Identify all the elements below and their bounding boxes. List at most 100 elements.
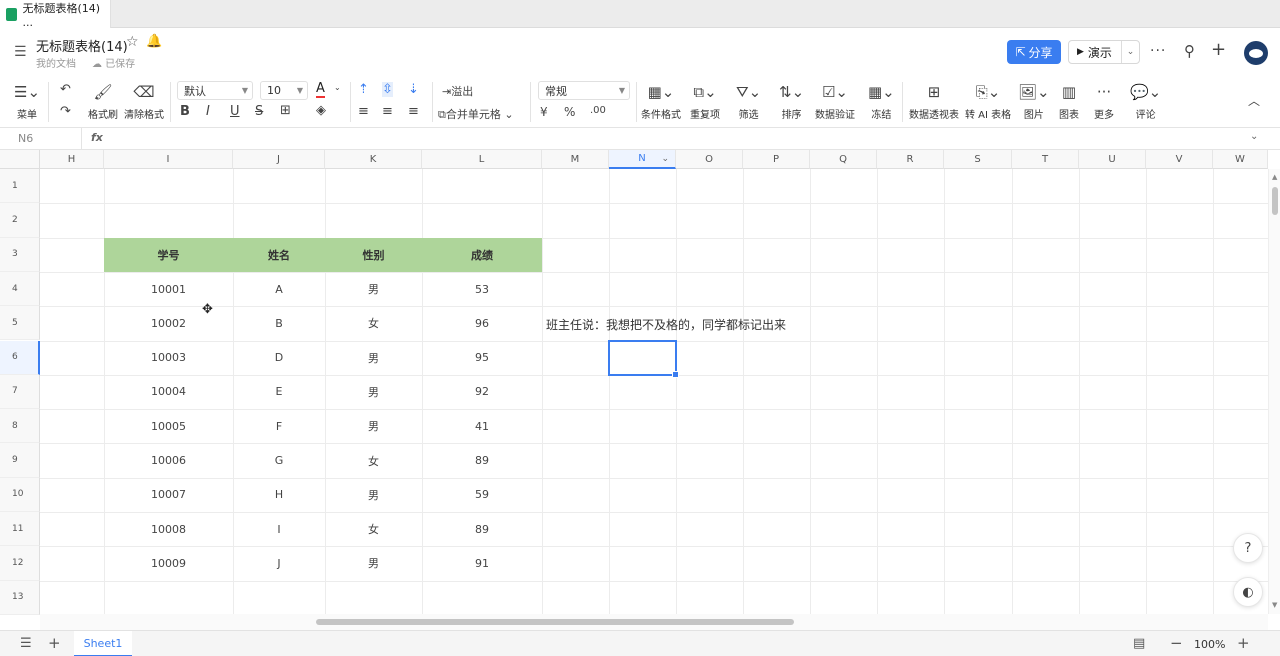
table-cell[interactable]: 10007 <box>104 478 233 512</box>
clear-format-button[interactable]: ⌫ 清除格式 <box>124 82 164 121</box>
pivot-table-button[interactable]: ⊞ 数据透视表 <box>909 82 959 121</box>
merge-cells-button[interactable]: ⧉合并单元格 ⌄ <box>438 106 514 122</box>
column-menu-icon[interactable]: ⌄ <box>661 154 669 164</box>
star-icon[interactable]: ☆ <box>126 34 139 50</box>
row-header-4[interactable]: 4 <box>0 271 40 307</box>
freeze-button[interactable]: ▦⌄ 冻结 <box>868 82 895 121</box>
avatar[interactable] <box>1244 41 1268 65</box>
table-cell[interactable]: 女 <box>325 443 422 477</box>
align-left-icon[interactable]: ≡ <box>358 104 369 119</box>
table-cell[interactable]: 95 <box>422 341 542 375</box>
horizontal-scroll-thumb[interactable] <box>316 619 794 625</box>
expand-formula-icon[interactable]: ⌄ <box>1250 131 1258 142</box>
column-header-h[interactable]: H <box>40 150 104 169</box>
page-view-icon[interactable]: ▤ <box>1133 636 1145 651</box>
row-header-2[interactable]: 2 <box>0 203 40 238</box>
search-icon[interactable]: ⚲ <box>1184 42 1195 60</box>
menu-button[interactable]: ☰⌄ 菜单 <box>14 82 40 121</box>
column-header-t[interactable]: T <box>1012 150 1079 169</box>
table-cell[interactable]: 男 <box>325 409 422 443</box>
align-right-icon[interactable]: ≡ <box>408 104 419 119</box>
table-header-cell[interactable]: 成绩 <box>422 238 542 272</box>
add-icon[interactable]: + <box>1211 39 1226 60</box>
row-header-6[interactable]: 6 <box>0 340 40 375</box>
table-cell[interactable]: 男 <box>325 478 422 512</box>
table-cell[interactable]: 89 <box>422 512 542 546</box>
column-header-o[interactable]: O <box>676 150 743 169</box>
row-header-1[interactable]: 1 <box>0 169 40 204</box>
column-header-r[interactable]: R <box>877 150 944 169</box>
table-cell[interactable]: 男 <box>325 375 422 409</box>
row-header-8[interactable]: 8 <box>0 409 40 444</box>
column-header-s[interactable]: S <box>944 150 1012 169</box>
image-button[interactable]: 🖼⌄ 图片 <box>1018 82 1050 121</box>
cell-reference[interactable]: N6 <box>0 128 82 150</box>
row-header-3[interactable]: 3 <box>0 237 40 272</box>
table-cell[interactable]: 59 <box>422 478 542 512</box>
column-header-u[interactable]: U <box>1079 150 1146 169</box>
column-header-m[interactable]: M <box>542 150 609 169</box>
data-validation-button[interactable]: ☑⌄ 数据验证 <box>815 82 855 121</box>
browser-tab[interactable]: 无标题表格(14) ... <box>0 0 111 29</box>
font-size-select[interactable]: 10 ▼ <box>260 81 308 100</box>
vertical-scroll-thumb[interactable] <box>1272 187 1278 215</box>
table-cell[interactable]: 男 <box>325 546 422 580</box>
table-cell[interactable]: J <box>233 546 325 580</box>
sheet-tab[interactable]: Sheet1 <box>74 631 132 656</box>
undo-icon[interactable]: ↶ <box>60 82 71 97</box>
column-header-v[interactable]: V <box>1146 150 1213 169</box>
table-cell[interactable]: A <box>233 272 325 306</box>
align-center-icon[interactable]: ≡ <box>382 104 393 119</box>
table-header-cell[interactable]: 学号 <box>104 238 233 272</box>
table-cell[interactable]: 女 <box>325 512 422 546</box>
format-painter-button[interactable]: 🖌 格式刷 <box>88 82 118 121</box>
collapse-toolbar-icon[interactable]: ︿ <box>1248 92 1260 109</box>
table-cell[interactable]: 10001 <box>104 272 233 306</box>
table-cell[interactable]: 10008 <box>104 512 233 546</box>
row-header-9[interactable]: 9 <box>0 443 40 478</box>
row-header-13[interactable]: 13 <box>0 580 40 615</box>
column-header-w[interactable]: W <box>1213 150 1268 169</box>
row-header-11[interactable]: 11 <box>0 512 40 547</box>
comment-button[interactable]: 💬⌄ 评论 <box>1130 82 1161 121</box>
sheet-list-icon[interactable]: ☰ <box>20 636 32 651</box>
table-cell[interactable]: 男 <box>325 341 422 375</box>
doc-title[interactable]: 无标题表格(14) <box>36 36 128 55</box>
column-header-q[interactable]: Q <box>810 150 877 169</box>
table-cell[interactable]: 女 <box>325 306 422 340</box>
chart-button[interactable]: ▥ 图表 <box>1059 82 1079 121</box>
table-header-cell[interactable]: 性别 <box>325 238 422 272</box>
table-cell[interactable]: 89 <box>422 443 542 477</box>
column-header-j[interactable]: J <box>233 150 325 169</box>
border-icon[interactable]: ⊞ <box>280 103 291 118</box>
row-header-5[interactable]: 5 <box>0 306 40 341</box>
redo-icon[interactable]: ↷ <box>60 104 71 119</box>
table-cell[interactable]: 92 <box>422 375 542 409</box>
bell-icon[interactable]: 🔔 <box>146 34 162 49</box>
table-cell[interactable]: B <box>233 306 325 340</box>
percent-icon[interactable]: % <box>564 105 575 119</box>
chevron-down-icon[interactable]: ⌄ <box>334 83 341 92</box>
row-header-10[interactable]: 10 <box>0 477 40 512</box>
underline-icon[interactable]: U <box>230 104 240 119</box>
conditional-format-button[interactable]: ▦⌄ 条件格式 <box>641 82 681 121</box>
column-header-i[interactable]: I <box>104 150 233 169</box>
zoom-in-icon[interactable]: + <box>1237 634 1250 652</box>
selected-cell[interactable] <box>608 340 679 378</box>
table-cell[interactable]: 10002 <box>104 306 233 340</box>
table-cell[interactable]: I <box>233 512 325 546</box>
share-button[interactable]: ⇱ 分享 <box>1007 40 1061 64</box>
decimal-icon[interactable]: .00 <box>590 105 606 116</box>
table-cell[interactable]: 10003 <box>104 341 233 375</box>
scroll-up-icon[interactable]: ▲ <box>1272 173 1277 181</box>
zoom-level[interactable]: 100% <box>1194 638 1225 651</box>
ai-table-button[interactable]: ⎘⌄ 转 AI 表格 <box>965 82 1011 121</box>
table-cell[interactable]: 男 <box>325 272 422 306</box>
sort-button[interactable]: ⇅⌄ 排序 <box>779 82 804 121</box>
table-cell[interactable]: D <box>233 341 325 375</box>
strikethrough-icon[interactable]: S <box>255 104 263 119</box>
table-cell[interactable]: E <box>233 375 325 409</box>
font-color-icon[interactable]: A <box>316 81 325 98</box>
align-middle-icon[interactable]: ⇳ <box>382 82 393 97</box>
table-cell[interactable]: H <box>233 478 325 512</box>
